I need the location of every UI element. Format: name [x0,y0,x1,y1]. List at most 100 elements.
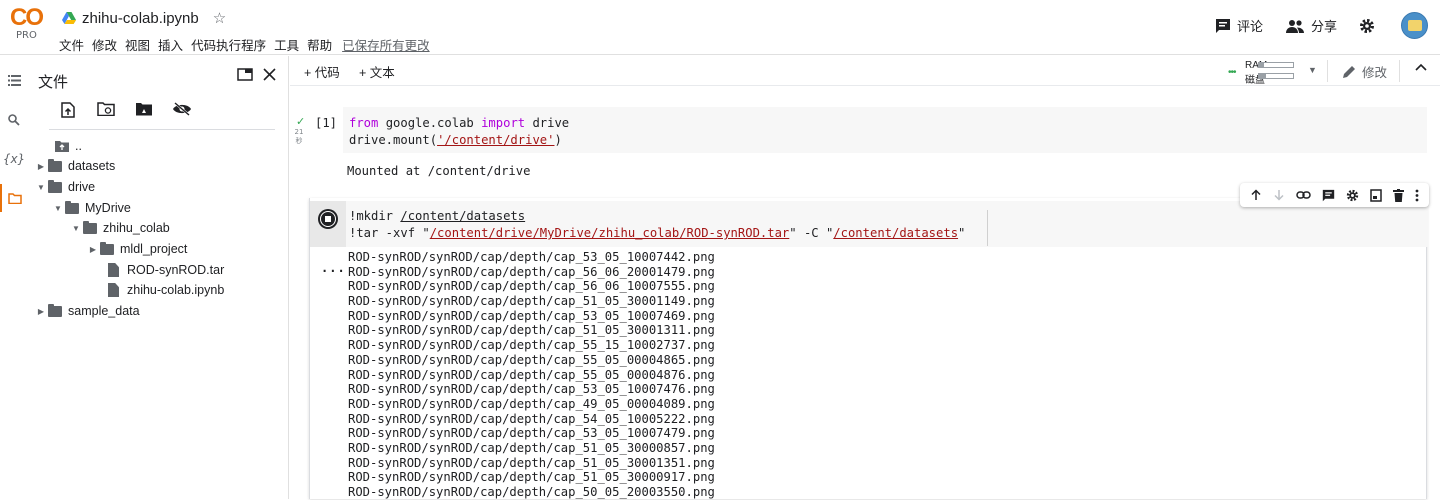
search-icon[interactable] [0,106,28,134]
move-down-icon[interactable] [1273,189,1285,201]
more-vert-icon[interactable] [1415,189,1419,202]
expand-arrow-icon[interactable]: ▶ [34,307,48,316]
output-line: ROD-synROD/synROD/cap/depth/cap_49_05_00… [348,396,715,411]
folder-icon [83,220,97,234]
output-line: ROD-synROD/synROD/cap/depth/cap_53_05_10… [348,308,715,323]
variables-icon[interactable]: {x} [0,145,28,173]
tree-item-notebook-file[interactable]: zhihu-colab.ipynb [108,280,224,300]
menu-file[interactable]: 文件 [59,35,84,54]
upload-file-icon[interactable] [49,102,87,129]
comment-icon[interactable] [1322,189,1335,202]
tree-item-parent[interactable]: .. [55,136,82,156]
collapse-arrow-icon[interactable]: ▼ [69,224,83,233]
settings-button[interactable] [1359,18,1381,34]
google-drive-icon [62,12,76,24]
open-in-tab-icon[interactable] [237,68,253,81]
output-line: ROD-synROD/synROD/cap/depth/cap_53_05_10… [348,382,715,397]
add-text-button[interactable]: + 文本 [359,62,395,81]
comment-icon [1215,18,1230,33]
logo-mark: CO [10,6,46,30]
stop-execution-button[interactable] [318,209,338,229]
expand-arrow-icon[interactable]: ▶ [34,162,48,171]
files-folder-icon[interactable] [0,184,28,212]
tree-item-label: datasets [68,159,116,173]
tree-item-label: zhihu-colab.ipynb [127,283,225,297]
mount-drive-icon[interactable] [125,102,163,129]
collapse-header-icon[interactable] [1415,63,1427,71]
close-icon[interactable] [263,68,276,81]
files-toolbar [49,102,275,130]
tree-item-label: sample_data [68,304,140,318]
menu-tools[interactable]: 工具 [274,35,299,54]
output-line: ROD-synROD/synROD/cap/depth/cap_55_05_00… [348,367,715,382]
edit-mode-button[interactable]: 修改 [1342,62,1387,81]
refresh-folder-icon[interactable] [87,102,125,129]
colab-logo[interactable]: CO PRO [10,6,46,44]
menu-bar: 文件 修改 视图 插入 代码执行程序 工具 帮助 已保存所有更改 [59,35,438,54]
notebook-toolbar: + 代码 + 文本 ••• RAM 磁盘 ▼ 修改 [290,56,1440,86]
header-bar: CO PRO zhihu-colab.ipynb ☆ 文件 修改 视图 插入 代… [0,0,1440,55]
output-line: ROD-synROD/synROD/cap/depth/cap_51_05_30… [348,323,715,338]
code-line: !mkdir /content/datasets [349,209,526,223]
menu-edit[interactable]: 修改 [92,35,117,54]
output-menu-button[interactable]: ... [321,261,346,275]
saved-status-link[interactable]: 已保存所有更改 [342,35,430,54]
tree-item-drive[interactable]: ▼ drive [34,177,95,197]
move-up-icon[interactable] [1250,189,1262,201]
folder-icon [100,241,114,255]
exec-count[interactable]: [1] [315,116,337,130]
tree-item-datasets[interactable]: ▶ datasets [34,156,115,176]
tree-item-rod-tar[interactable]: ROD-synROD.tar [108,260,224,280]
tree-item-label: zhihu_colab [103,221,170,235]
code-line: from google.colab import drive [349,116,570,130]
menu-help[interactable]: 帮助 [307,35,332,54]
add-code-button[interactable]: + 代码 [304,62,340,81]
hide-files-icon[interactable] [163,102,201,129]
tree-item-label: drive [68,180,96,194]
menu-insert[interactable]: 插入 [158,35,183,54]
delete-icon[interactable] [1393,188,1405,202]
table-of-contents-icon[interactable] [0,66,28,94]
people-icon [1285,19,1304,33]
tree-item-mldl-project[interactable]: ▶ mldl_project [86,239,187,259]
output-line: ROD-synROD/synROD/cap/depth/cap_55_05_00… [348,352,715,367]
notebook-main: + 代码 + 文本 ••• RAM 磁盘 ▼ 修改 ✓ 21秒 [1] from… [290,56,1440,499]
code-editor[interactable]: !mkdir /content/datasets !tar -xvf "/con… [346,201,1428,247]
code-cell-running[interactable]: !mkdir /content/datasets !tar -xvf "/con… [309,198,1428,500]
notebook-title[interactable]: zhihu-colab.ipynb [82,10,199,27]
output-line: ROD-synROD/synROD/cap/depth/cap_51_05_30… [348,455,715,470]
cell-output: ROD-synROD/synROD/cap/depth/cap_53_05_10… [348,250,1428,500]
resources-indicator[interactable]: ••• RAM 磁盘 ▼ [1228,60,1338,86]
left-rail: {x} [0,56,28,499]
tree-item-mydrive[interactable]: ▼ MyDrive [51,198,131,218]
tree-item-label: MyDrive [85,201,131,215]
output-line: ROD-synROD/synROD/cap/depth/cap_51_05_30… [348,440,715,455]
chevron-down-icon[interactable]: ▼ [1308,65,1317,75]
collapse-arrow-icon[interactable]: ▼ [34,183,48,192]
menu-view[interactable]: 视图 [125,35,150,54]
expand-arrow-icon[interactable]: ▶ [86,245,100,254]
tree-item-sample-data[interactable]: ▶ sample_data [34,301,140,321]
comment-label: 评论 [1236,19,1263,34]
share-button[interactable]: 分享 [1285,16,1337,35]
star-icon[interactable]: ☆ [213,9,226,27]
code-cell[interactable]: from google.colab import drive drive.mou… [343,107,1427,153]
output-line: ROD-synROD/synROD/cap/depth/cap_53_05_10… [348,250,715,264]
plan-label: PRO [16,30,37,41]
menu-runtime[interactable]: 代码执行程序 [191,35,266,54]
tree-item-zhihu-colab[interactable]: ▼ zhihu_colab [69,218,170,238]
avatar[interactable] [1401,12,1428,39]
code-line: !tar -xvf "/content/drive/MyDrive/zhihu_… [349,226,966,240]
cell-output: Mounted at /content/drive [347,164,531,178]
connected-check-icon: ••• [1228,67,1236,78]
gear-icon[interactable] [1346,189,1359,202]
comment-button[interactable]: 评论 [1215,16,1263,35]
link-icon[interactable] [1296,190,1311,200]
files-panel: 文件 .. ▶ datasets ▼ drive ▼ MyDrive ▼ zhi… [29,56,289,499]
ram-usage-bar [1258,62,1294,68]
share-label: 分享 [1310,19,1337,34]
mirror-cell-icon[interactable] [1370,188,1382,202]
output-line: ROD-synROD/synROD/cap/depth/cap_50_05_20… [348,485,715,499]
collapse-arrow-icon[interactable]: ▼ [51,204,65,213]
file-icon [108,263,119,277]
